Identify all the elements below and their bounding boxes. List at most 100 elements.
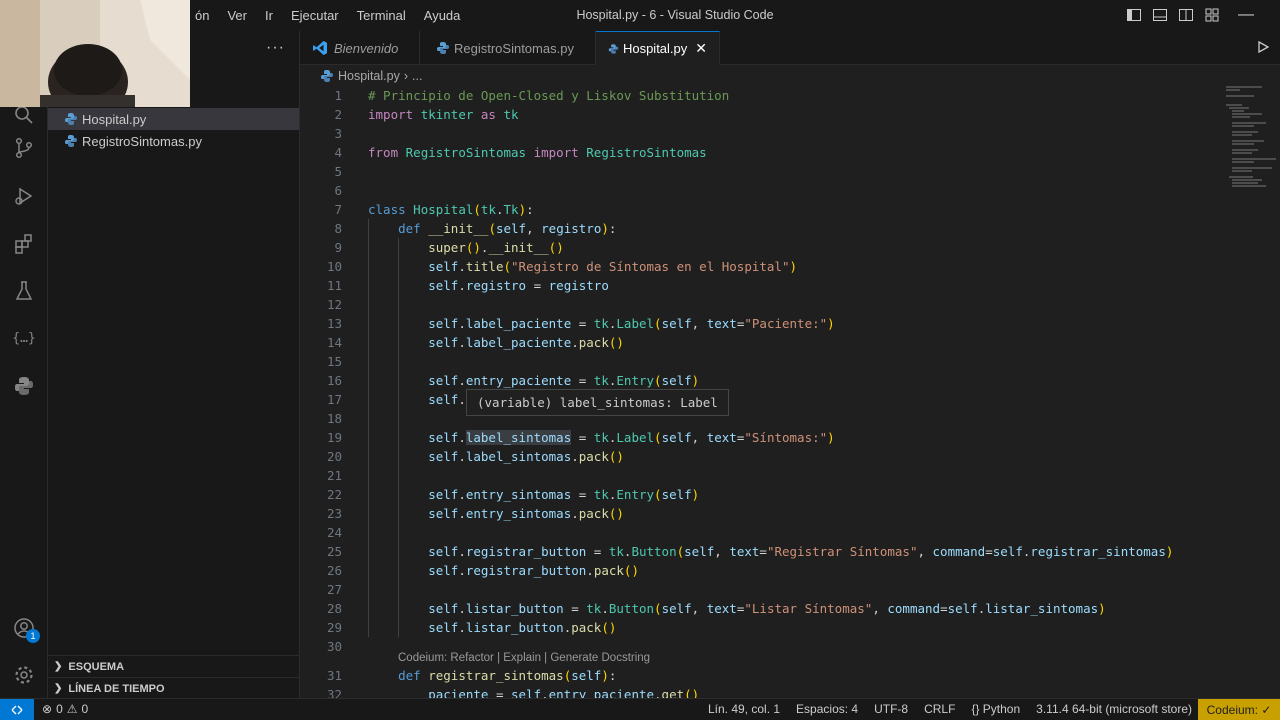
tab-label: Hospital.py xyxy=(622,41,688,56)
error-count: 0 xyxy=(56,702,63,716)
more-actions-icon[interactable]: ··· xyxy=(266,39,285,57)
minimize-icon[interactable]: — xyxy=(1238,6,1254,24)
codeium-status[interactable]: Codeium: ✓ xyxy=(1198,699,1280,720)
code-line: 7 class Hospital(tk.Tk): xyxy=(334,202,534,217)
accounts-icon[interactable]: 1 xyxy=(10,614,40,643)
code-line: 18 xyxy=(326,411,342,426)
python-file-icon xyxy=(321,70,333,82)
code-line: 14 self.label_paciente.pack() xyxy=(326,335,624,350)
testing-icon[interactable] xyxy=(10,277,38,305)
section-label: ESQUEMA xyxy=(68,660,125,673)
minimap[interactable] xyxy=(1222,86,1280,698)
code-line: 12 xyxy=(326,297,342,312)
close-tab-icon[interactable]: ✕ xyxy=(695,40,707,57)
editor-actions xyxy=(1256,40,1270,54)
file-label: Hospital.py xyxy=(82,111,147,127)
tab-welcome[interactable]: Bienvenido xyxy=(300,31,420,65)
status-bar: ⊗ 0 ⚠ 0 Lín. 49, col. 1 Espacios: 4 UTF-… xyxy=(0,698,1280,720)
python-icon[interactable] xyxy=(10,372,38,400)
status-right: Lín. 49, col. 1 Espacios: 4 UTF-8 CRLF {… xyxy=(708,702,1192,716)
file-label: RegistroSintomas.py xyxy=(82,133,202,149)
run-debug-icon[interactable] xyxy=(10,182,38,210)
code-line: 2 import tkinter as tk xyxy=(334,107,519,122)
code-line: 19 self.label_sintomas = tk.Label(self, … xyxy=(326,430,835,445)
warning-count: 0 xyxy=(81,702,89,716)
code-line: 4 from RegistroSintomas import RegistroSi… xyxy=(334,145,707,160)
code-editor[interactable]: 1 # Principio de Open-Closed y Liskov Sub… xyxy=(300,86,1220,698)
python-file-icon xyxy=(608,43,619,54)
file-registrosintomas[interactable]: RegistroSintomas.py xyxy=(48,130,299,152)
timeline-section[interactable]: ❯ LÍNEA DE TIEMPO xyxy=(48,677,299,699)
tab-label: Bienvenido xyxy=(334,40,399,56)
tab-registrosintomas[interactable]: RegistroSintomas.py xyxy=(420,31,596,65)
python-file-icon xyxy=(437,42,449,54)
explorer-sidebar: ··· Hospital.py RegistroSintomas.py ❯ ES… xyxy=(48,31,300,698)
code-line: 28 self.listar_button = tk.Button(self, … xyxy=(326,601,1106,616)
vscode-logo-icon xyxy=(313,41,327,55)
code-line: 29 self.listar_button.pack() xyxy=(326,620,617,635)
remote-icon xyxy=(11,705,23,715)
customize-layout-icon[interactable] xyxy=(1204,7,1220,23)
code-line: 11 self.registro = registro xyxy=(326,278,609,293)
code-line: 23 self.entry_sintomas.pack() xyxy=(326,506,624,521)
code-line: 25 self.registrar_button = tk.Button(sel… xyxy=(326,544,1174,559)
file-hospital[interactable]: Hospital.py xyxy=(48,108,299,130)
tab-hospital[interactable]: Hospital.py ✕ xyxy=(596,31,720,65)
breadcrumb-more[interactable]: ... xyxy=(412,69,422,83)
code-line: 15 xyxy=(326,354,342,369)
run-python-icon[interactable] xyxy=(1256,40,1270,54)
tab-label: RegistroSintomas.py xyxy=(454,40,574,56)
problems-indicator[interactable]: ⊗ 0 ⚠ 0 xyxy=(42,702,88,716)
breadcrumb: Hospital.py › ... xyxy=(320,66,422,86)
window-title: Hospital.py - 6 - Visual Studio Code xyxy=(576,8,774,22)
python-file-icon xyxy=(65,135,77,147)
codeium-codelens[interactable]: Codeium: Refactor | Explain | Generate D… xyxy=(398,652,650,664)
code-line: 10 self.title("Registro de Síntomas en e… xyxy=(326,259,798,274)
outline-section[interactable]: ❯ ESQUEMA xyxy=(48,655,299,677)
code-line: 27 xyxy=(326,582,342,597)
code-line: 5 xyxy=(334,164,342,179)
code-line: 24 xyxy=(326,525,342,540)
accounts-badge: 1 xyxy=(26,629,40,643)
code-line: 21 xyxy=(326,468,342,483)
chevron-right-icon: ❯ xyxy=(54,661,63,672)
title-bar: ón Ver Ir Ejecutar Terminal Ayuda Hospit… xyxy=(0,0,1280,31)
language-mode[interactable]: {} Python xyxy=(971,702,1020,716)
cursor-position[interactable]: Lín. 49, col. 1 xyxy=(708,702,780,716)
settings-gear-icon[interactable] xyxy=(10,661,38,689)
code-line: 9 super().__init__() xyxy=(334,240,564,255)
toggle-secondary-sidebar-icon[interactable] xyxy=(1178,7,1194,23)
editor-tabs: Bienvenido RegistroSintomas.py Hospital.… xyxy=(300,31,1280,65)
code-line: 16 self.entry_paciente = tk.Entry(self) xyxy=(326,373,700,388)
toggle-sidebar-icon[interactable] xyxy=(1126,7,1142,23)
webcam-person-image xyxy=(0,0,190,107)
warning-icon: ⚠ xyxy=(66,702,78,716)
code-line: 22 self.entry_sintomas = tk.Entry(self) xyxy=(326,487,700,502)
code-line: 17 self. xyxy=(326,392,466,407)
code-line: 1 # Principio de Open-Closed y Liskov Sub… xyxy=(334,88,730,103)
code-line: 6 xyxy=(334,183,342,198)
source-control-icon[interactable] xyxy=(10,134,38,162)
section-label: LÍNEA DE TIEMPO xyxy=(68,682,165,695)
encoding[interactable]: UTF-8 xyxy=(874,702,908,716)
error-icon: ⊗ xyxy=(42,702,53,716)
chevron-right-icon: ❯ xyxy=(54,683,63,694)
toggle-panel-icon[interactable] xyxy=(1152,7,1168,23)
extensions-icon[interactable] xyxy=(10,230,38,258)
indentation[interactable]: Espacios: 4 xyxy=(796,702,858,716)
python-file-icon xyxy=(65,113,77,125)
code-line: 3 xyxy=(334,126,342,141)
braces-icon: {} xyxy=(971,702,983,716)
json-braces-icon[interactable]: {…} xyxy=(10,324,38,352)
end-of-line[interactable]: CRLF xyxy=(924,702,955,716)
python-interpreter[interactable]: 3.11.4 64-bit (microsoft store) xyxy=(1036,702,1192,716)
code-line: 8 def __init__(self, registro): xyxy=(334,221,617,236)
breadcrumb-file[interactable]: Hospital.py xyxy=(338,69,400,83)
remote-indicator-icon[interactable] xyxy=(0,699,34,720)
webcam-overlay xyxy=(0,0,190,107)
layout-controls xyxy=(1126,7,1220,23)
code-line: 13 self.label_paciente = tk.Label(self, … xyxy=(326,316,835,331)
code-line: 20 self.label_sintomas.pack() xyxy=(326,449,624,464)
code-line: 31 def registrar_sintomas(self): xyxy=(326,668,617,683)
code-line: 26 self.registrar_button.pack() xyxy=(326,563,639,578)
